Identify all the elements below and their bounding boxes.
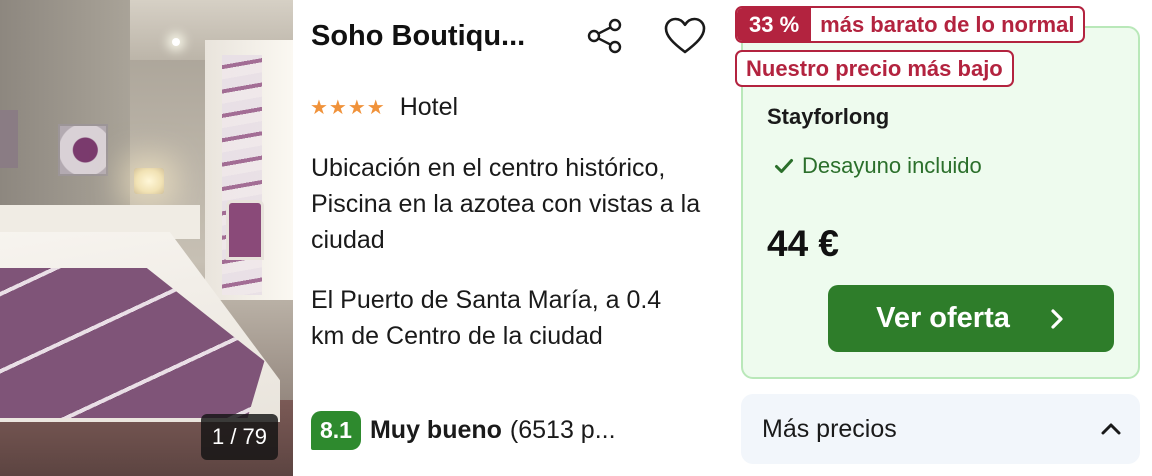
photo-counter: 1 / 79 [201, 414, 278, 460]
review-label: Muy bueno [369, 416, 502, 444]
hotel-name[interactable]: Soho Boutiqu... [311, 20, 525, 53]
hotel-photo[interactable]: 1 / 79 [0, 0, 293, 476]
star-rating: ★★★★ [310, 97, 386, 119]
chevron-right-icon [1051, 308, 1063, 329]
discount-badge: 33 % más barato de lo normal [735, 6, 1086, 43]
view-deal-button[interactable]: Ver oferta [828, 285, 1114, 352]
discount-text: más barato de lo normal [820, 11, 1075, 37]
heart-icon[interactable] [663, 16, 707, 56]
review-score-badge: 8.1 [311, 411, 361, 450]
chevron-up-icon [1101, 423, 1121, 435]
check-icon [775, 159, 793, 173]
photo-lamp [134, 168, 164, 194]
photo-ceiling-light [172, 38, 180, 46]
lowest-price-badge: Nuestro precio más bajo [735, 50, 1014, 87]
photo-chair [226, 200, 264, 260]
hotel-highlights: Ubicación en el centro histórico, Piscin… [311, 154, 701, 254]
photo-artwork-left [0, 110, 18, 168]
amenity-label: Desayuno incluido [802, 153, 982, 178]
photo-artwork [58, 124, 108, 176]
discount-percent: 33 % [737, 8, 812, 41]
rating-row: ★★★★ Hotel [310, 93, 458, 122]
view-deal-label: Ver oferta [876, 302, 1010, 334]
review-count: (6513 p... [509, 416, 616, 444]
amenity-breakfast: Desayuno incluido [774, 153, 982, 179]
more-prices-toggle[interactable]: Más precios [741, 394, 1140, 464]
hotel-location: El Puerto de Santa María, a 0.4 km de Ce… [311, 286, 662, 350]
review-summary[interactable]: 8.1 Muy bueno (6513 p... [311, 411, 616, 450]
deal-price: 44 € [767, 223, 840, 264]
more-prices-label: Más precios [762, 414, 897, 443]
share-icon[interactable] [585, 16, 625, 56]
hotel-type: Hotel [399, 93, 459, 121]
deal-provider: Stayforlong [767, 104, 890, 129]
